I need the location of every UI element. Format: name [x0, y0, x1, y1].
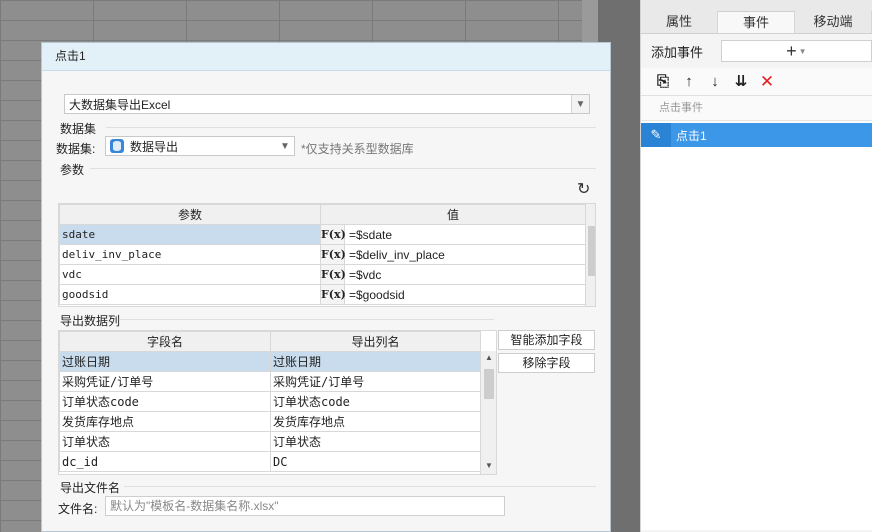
field-row[interactable]: 发货库存地点 发货库存地点	[59, 411, 481, 432]
smart-add-field-button[interactable]: 智能添加字段	[498, 330, 595, 350]
formula-icon[interactable]: F(x)	[320, 244, 346, 265]
param-value-input[interactable]: =$vdc	[343, 264, 587, 285]
field-name[interactable]: dc_id	[59, 451, 271, 472]
dataset-section-title: 数据集	[60, 122, 97, 136]
fields-table: 字段名 导出列名 过账日期 过账日期 采购凭证/订单号 采购凭证/订单号 订单状态cod…	[59, 331, 481, 472]
chevron-down-icon[interactable]: ▼	[571, 95, 589, 113]
dataset-label: 数据集:	[56, 142, 96, 156]
action-type-select[interactable]: 大数据集导出Excel ▼	[64, 94, 590, 114]
divider	[106, 127, 596, 128]
database-icon	[110, 139, 124, 153]
params-header-value: 值	[319, 204, 587, 225]
field-name[interactable]: 发货库存地点	[59, 411, 271, 432]
params-scrollbar[interactable]	[585, 204, 595, 306]
params-section-title: 参数	[60, 163, 85, 177]
field-name[interactable]: 过账日期	[59, 351, 271, 372]
event-list: ✎ 点击1	[641, 120, 872, 530]
export-column-name[interactable]: 订单状态code	[270, 391, 481, 412]
scroll-up-icon[interactable]: ▲	[481, 353, 496, 362]
move-down-icon[interactable]: ↓	[707, 73, 723, 90]
move-up-icon[interactable]: ↑	[681, 73, 697, 90]
param-value-input[interactable]: =$sdate	[343, 224, 587, 245]
fields-header-column: 导出列名	[270, 331, 481, 352]
field-row[interactable]: 订单状态 订单状态	[59, 431, 481, 452]
fields-scrollbar[interactable]: ▲ ▼	[480, 351, 496, 474]
panel-tabs: 属性 事件 移动端	[641, 0, 872, 34]
filename-input[interactable]: 默认为"模板名-数据集名称.xlsx"	[105, 496, 505, 516]
export-column-name[interactable]: 过账日期	[270, 351, 481, 372]
export-section-title: 导出数据列	[60, 314, 121, 328]
export-column-name[interactable]: 订单状态	[270, 431, 481, 452]
params-table-container: 参数 值 sdate F(x) =$sdate deliv_inv_place F(x)…	[58, 203, 596, 307]
event-toolbar: ⎘ ↑ ↓ ⇊ ✕	[641, 68, 872, 96]
add-event-row: 添加事件 + ▼	[641, 34, 872, 68]
divider	[90, 168, 596, 169]
tab-properties[interactable]: 属性	[641, 11, 718, 33]
field-row[interactable]: 采购凭证/订单号 采购凭证/订单号	[59, 371, 481, 392]
param-row[interactable]: deliv_inv_place F(x) =$deliv_inv_place	[59, 244, 587, 265]
field-row[interactable]: 订单状态code 订单状态code	[59, 391, 481, 412]
event-item-label: 点击1	[676, 128, 707, 143]
delete-icon[interactable]: ✕	[759, 73, 775, 90]
fields-header-field: 字段名	[59, 331, 271, 352]
event-dialog: 点击1 大数据集导出Excel ▼ 数据集 数据集: 数据导出 ▼ *仅支持关系…	[41, 42, 611, 532]
params-header-name: 参数	[59, 204, 321, 225]
dataset-select[interactable]: 数据导出 ▼	[105, 136, 295, 156]
formula-icon[interactable]: F(x)	[320, 284, 346, 305]
formula-icon[interactable]: F(x)	[320, 224, 346, 245]
param-name[interactable]: vdc	[59, 264, 321, 285]
field-row[interactable]: 过账日期 过账日期	[59, 351, 481, 372]
edit-icon[interactable]: ✎	[641, 123, 671, 147]
params-scrollbar-thumb[interactable]	[588, 226, 595, 276]
scroll-down-icon[interactable]: ▼	[481, 461, 496, 470]
remove-field-button[interactable]: 移除字段	[498, 353, 595, 373]
dataset-hint: *仅支持关系型数据库	[301, 142, 414, 156]
chevron-down-icon[interactable]: ▼	[276, 137, 294, 155]
add-event-button[interactable]: + ▼	[720, 40, 872, 62]
fields-scrollbar-thumb[interactable]	[484, 369, 494, 399]
dropdown-arrow-icon: ▼	[798, 46, 807, 56]
param-name[interactable]: goodsid	[59, 284, 321, 305]
export-column-name[interactable]: 采购凭证/订单号	[270, 371, 481, 392]
right-panel: 属性 事件 移动端 添加事件 + ▼ ⎘ ↑ ↓ ⇊ ✕ 点击事件 ✎ 点击1	[640, 0, 872, 532]
formula-icon[interactable]: F(x)	[320, 264, 346, 285]
refresh-icon[interactable]: ↻	[577, 179, 590, 199]
export-column-name[interactable]: 发货库存地点	[270, 411, 481, 432]
param-value-input[interactable]: =$goodsid	[343, 284, 587, 305]
event-item[interactable]: ✎ 点击1	[641, 123, 872, 147]
plus-icon: +	[786, 40, 797, 61]
copy-icon[interactable]: ⎘	[655, 73, 671, 90]
param-name[interactable]: deliv_inv_place	[59, 244, 321, 265]
field-name[interactable]: 采购凭证/订单号	[59, 371, 271, 392]
param-name[interactable]: sdate	[59, 224, 321, 245]
fields-table-container: 字段名 导出列名 过账日期 过账日期 采购凭证/订单号 采购凭证/订单号 订单状态cod…	[58, 330, 497, 475]
filename-label: 文件名:	[58, 502, 98, 516]
field-name[interactable]: 订单状态code	[59, 391, 271, 412]
dialog-title: 点击1	[42, 43, 610, 71]
tab-mobile[interactable]: 移动端	[795, 11, 872, 33]
dataset-value: 数据导出	[130, 139, 179, 154]
action-type-value: 大数据集导出Excel	[69, 97, 171, 112]
filename-section-title: 导出文件名	[60, 481, 121, 495]
event-group-header: 点击事件	[641, 96, 872, 120]
param-row[interactable]: vdc F(x) =$vdc	[59, 264, 587, 285]
export-column-name[interactable]: DC	[270, 451, 481, 472]
param-value-input[interactable]: =$deliv_inv_place	[343, 244, 587, 265]
field-name[interactable]: 订单状态	[59, 431, 271, 452]
divider	[124, 486, 596, 487]
tab-events[interactable]: 事件	[718, 11, 795, 33]
divider	[120, 319, 494, 320]
move-bottom-icon[interactable]: ⇊	[733, 73, 749, 90]
param-row[interactable]: goodsid F(x) =$goodsid	[59, 284, 587, 305]
add-event-label: 添加事件	[651, 44, 704, 60]
param-row[interactable]: sdate F(x) =$sdate	[59, 224, 587, 245]
field-row[interactable]: dc_id DC	[59, 451, 481, 472]
params-table: 参数 值 sdate F(x) =$sdate deliv_inv_place F(x)…	[59, 204, 587, 305]
